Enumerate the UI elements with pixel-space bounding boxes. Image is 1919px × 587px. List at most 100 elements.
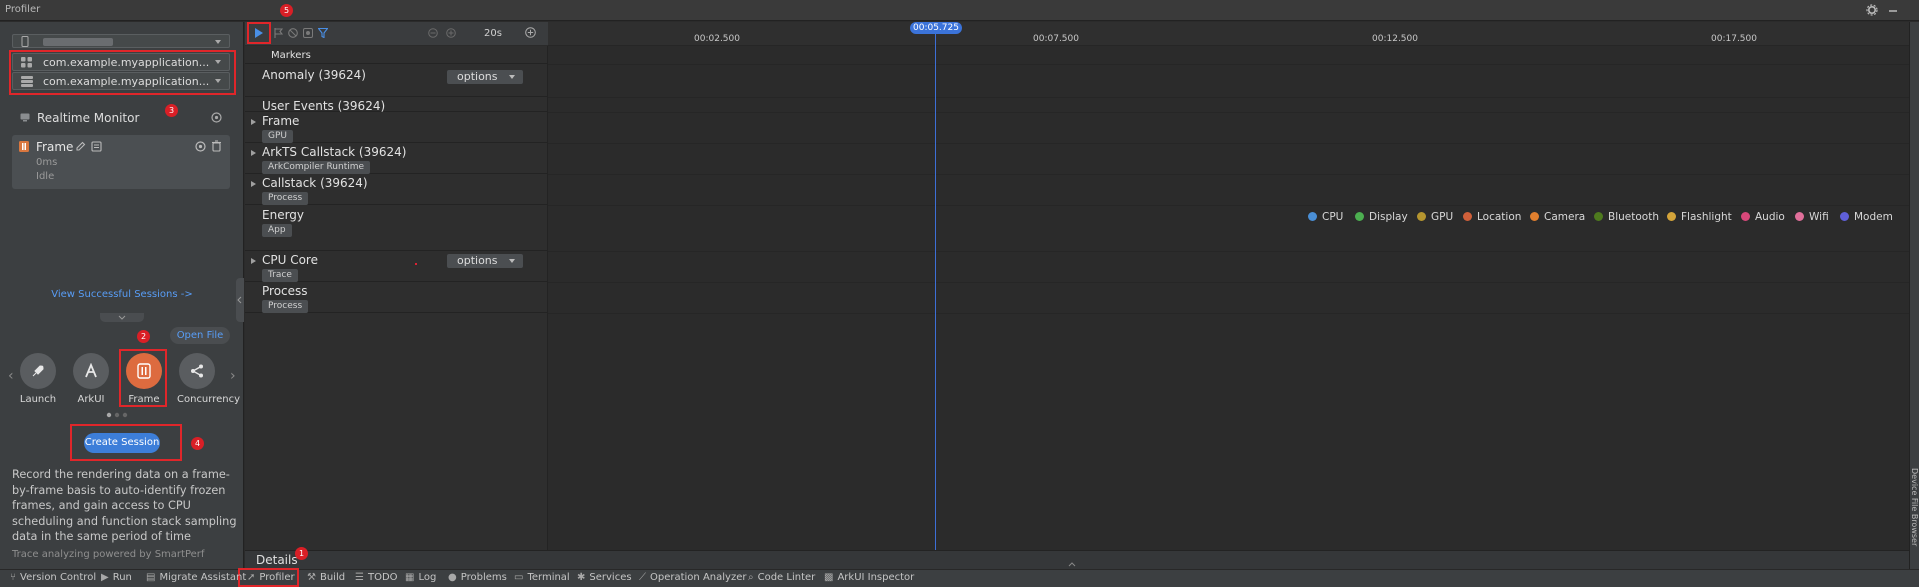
note-icon[interactable] <box>91 141 102 152</box>
expand-icon[interactable] <box>251 181 256 187</box>
statusbar-code-linter[interactable]: ⌕ Code Linter <box>748 572 815 583</box>
legend-label: Modem <box>1854 211 1893 223</box>
migrate-icon: ▤ <box>146 572 156 583</box>
track-anomaly[interactable]: Anomaly (39624) options <box>245 64 548 97</box>
frame-session-icon <box>19 141 29 152</box>
statusbar-terminal[interactable]: ▭ Terminal <box>514 572 570 583</box>
tool-frame[interactable]: Frame <box>124 353 164 405</box>
create-session-button[interactable]: Create Session <box>84 433 160 453</box>
statusbar-profiler[interactable]: ➚ Profiler <box>247 572 295 583</box>
track-energy[interactable]: Energy App <box>245 205 548 251</box>
minimize-icon[interactable] <box>1887 4 1899 16</box>
tool-launch[interactable]: Launch <box>18 353 58 405</box>
statusbar-run[interactable]: ▶ Run <box>101 572 132 583</box>
legend-label: Flashlight <box>1681 211 1732 223</box>
profiler-icon: ➚ <box>247 572 256 583</box>
track-name: ArkTS Callstack (39624) <box>262 145 407 159</box>
legend-dot <box>1667 212 1676 221</box>
stop-icon[interactable] <box>288 28 298 38</box>
record-settings-icon[interactable] <box>195 141 206 152</box>
expand-details-icon[interactable] <box>1065 561 1079 567</box>
statusbar-migrate-assistant[interactable]: ▤ Migrate Assistant <box>146 572 246 583</box>
track-user-events[interactable]: User Events (39624) <box>245 97 548 113</box>
statusbar-todo[interactable]: ☰ TODO <box>355 572 398 583</box>
track-cpu-core[interactable]: CPU Core options Trace <box>245 251 548 282</box>
carousel-next-icon[interactable]: › <box>230 368 236 384</box>
process-select-2[interactable]: com.example.myapplication... <box>12 72 230 90</box>
statusbar-arkui-inspector[interactable]: ▩ ArkUI Inspector <box>824 572 914 583</box>
statusbar-label: Profiler <box>259 572 295 583</box>
arkui-icon <box>73 353 109 389</box>
statusbar-label: Run <box>112 572 132 583</box>
delete-icon[interactable] <box>211 140 222 152</box>
cpu-options-dropdown[interactable]: options <box>447 254 523 268</box>
track-process[interactable]: Process Process <box>245 282 548 313</box>
collapse-handle[interactable] <box>100 313 144 322</box>
add-track-icon[interactable] <box>525 27 536 38</box>
phone-icon <box>21 36 29 47</box>
filter-icon[interactable] <box>318 28 328 38</box>
capture-icon[interactable] <box>303 28 313 38</box>
badge-3: 3 <box>165 104 178 117</box>
statusbar-problems[interactable]: ● Problems <box>448 572 507 583</box>
gear-icon[interactable] <box>1866 4 1878 16</box>
frame-session-card[interactable]: Frame 0ms Idle <box>12 135 230 189</box>
open-file-button[interactable]: Open File <box>170 327 230 344</box>
statusbar-label: Migrate Assistant <box>159 572 247 583</box>
device-select[interactable] <box>12 34 230 48</box>
device-file-browser-tab[interactable]: Device File Browser <box>1909 468 1919 546</box>
track-arkts-callstack[interactable]: ArkTS Callstack (39624) ArkCompiler Runt… <box>245 143 548 174</box>
terminal-icon: ▭ <box>514 572 524 583</box>
zoom-out-icon[interactable] <box>428 28 438 38</box>
play-icon[interactable] <box>254 28 264 38</box>
monitor-icon <box>20 113 30 122</box>
statusbar-operation-analyzer[interactable]: ⟋ Operation Analyzer <box>639 572 746 583</box>
track-frame[interactable]: Frame GPU <box>245 112 548 143</box>
tool-label: ArkUI <box>77 394 105 405</box>
options-label: options <box>457 254 498 267</box>
legend-item-gpu: GPU <box>1417 211 1453 223</box>
carousel-prev-icon[interactable]: ‹ <box>8 368 14 384</box>
track-name: Anomaly (39624) <box>262 68 366 82</box>
view-successful-sessions-link[interactable]: View Successful Sessions -> <box>0 289 244 300</box>
time-cursor-line[interactable] <box>935 27 936 550</box>
add-monitor-icon[interactable] <box>211 112 222 123</box>
legend-label: Bluetooth <box>1608 211 1659 223</box>
side-collapse-handle[interactable] <box>236 278 244 322</box>
badge-2: 2 <box>137 330 150 343</box>
track-name: CPU Core <box>262 253 318 267</box>
expand-icon[interactable] <box>251 119 256 125</box>
expand-icon[interactable] <box>251 150 256 156</box>
time-cursor-label[interactable]: 00:05.725 <box>910 22 962 34</box>
legend-dot <box>1594 212 1603 221</box>
tool-arkui[interactable]: ArkUI <box>71 353 111 405</box>
legend-item-display: Display <box>1355 211 1408 223</box>
track-name: Callstack (39624) <box>262 176 368 190</box>
legend-dot <box>1355 212 1364 221</box>
time-ruler[interactable]: 00:02.500 00:07.500 00:12.500 00:17.500 <box>548 22 1909 46</box>
statusbar-log[interactable]: ▦ Log <box>405 572 436 583</box>
flag-icon[interactable] <box>274 28 283 38</box>
timeline-area[interactable] <box>548 46 1909 550</box>
track-markers[interactable]: Markers <box>245 46 548 64</box>
edit-icon[interactable] <box>75 141 86 152</box>
inspector-icon: ▩ <box>824 572 834 583</box>
legend-label: GPU <box>1431 211 1454 223</box>
details-title: Details <box>256 553 298 567</box>
statusbar-version-control[interactable]: ⑂ Version Control <box>10 572 96 583</box>
process-select-1[interactable]: com.example.myapplication... <box>12 53 230 71</box>
statusbar-services[interactable]: ✱ Services <box>577 572 632 583</box>
legend-label: Display <box>1369 211 1408 223</box>
statusbar-build[interactable]: ⚒ Build <box>307 572 345 583</box>
statusbar-label: Code Linter <box>757 572 816 583</box>
zoom-in-icon[interactable] <box>446 28 456 38</box>
tool-concurrency[interactable]: Concurrency <box>177 353 240 405</box>
tick-label: 00:17.500 <box>1711 34 1757 44</box>
anomaly-options-dropdown[interactable]: options <box>447 70 523 84</box>
track-tag: Trace <box>262 269 298 282</box>
track-callstack[interactable]: Callstack (39624) Process <box>245 174 548 205</box>
branch-icon: ⑂ <box>10 572 16 583</box>
expand-icon[interactable] <box>251 258 256 264</box>
tick-label: 00:02.500 <box>694 34 740 44</box>
badge-4: 4 <box>191 437 204 450</box>
